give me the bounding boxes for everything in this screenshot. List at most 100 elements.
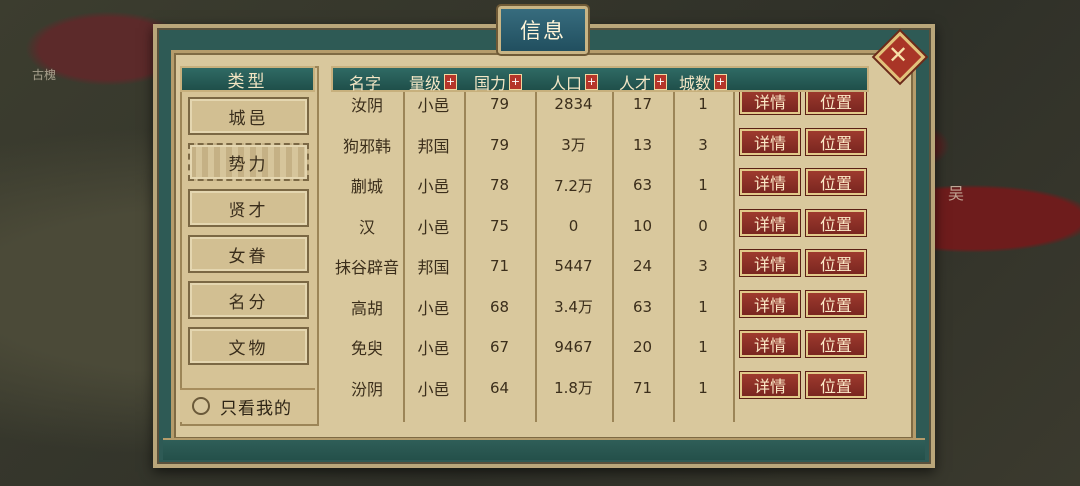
cell-population: 2834 [554,95,593,113]
sort-icon[interactable]: + [714,74,728,90]
locate-button[interactable]: 位置 [806,169,866,195]
cell-power: 71 [489,257,510,275]
cell-power: 79 [489,95,510,113]
category-faction[interactable]: 势力 [188,143,309,181]
cell-cities: 1 [698,297,708,316]
locate-button[interactable]: 位置 [806,92,866,114]
cell-name: 狗邪韩 [342,136,391,156]
cell-population: 9467 [554,338,593,356]
column-talent-label: 人才 [619,74,652,93]
table-row: 免臾 小邑 67 9467 20 1 详情 位置 [331,327,869,367]
cell-name: 高胡 [350,298,383,318]
sort-icon[interactable]: + [509,74,523,90]
category-city[interactable]: 城邑 [188,97,309,135]
cell-power: 75 [489,216,510,235]
only-mine-label: 只看我的 [220,398,292,419]
cell-population: 1.8万 [554,379,593,397]
category-rank[interactable]: 名分 [188,281,309,319]
panel-footer [163,438,925,460]
cell-population: 7.2万 [554,176,593,195]
table-row: 高胡 小邑 68 3.4万 63 1 详情 位置 [331,287,869,327]
map-label-wu: 吴 [948,184,965,203]
cell-talent: 63 [632,176,653,194]
map-label-guhuai: 古槐 [32,68,57,82]
cell-power: 64 [489,378,510,397]
cell-cities: 3 [698,135,708,154]
cell-cities: 1 [698,338,708,356]
cell-population: 3.4万 [554,298,593,316]
cell-power: 68 [489,297,510,316]
details-button[interactable]: 详情 [740,209,800,236]
category-relics[interactable]: 文物 [188,327,309,365]
cell-cities: 1 [698,176,708,194]
cell-cities: 3 [698,257,708,275]
cell-name: 汾阴 [350,379,383,399]
cell-level: 小邑 [417,298,450,318]
table-row: 抹谷辟音 邦国 71 5447 24 3 详情 位置 [331,246,869,286]
cell-level: 邦国 [417,136,450,156]
sort-icon[interactable]: + [444,74,458,90]
column-talent[interactable]: 人才 + [619,70,668,94]
radio-icon[interactable] [192,397,210,415]
cell-level: 小邑 [417,379,450,399]
sort-icon[interactable]: + [585,74,599,90]
cell-talent: 10 [632,216,653,235]
table-row: 蒯城 小邑 78 7.2万 63 1 详情 位置 [331,165,869,205]
details-button[interactable]: 详情 [740,371,800,398]
cell-population: 0 [568,216,579,235]
close-button[interactable]: ✕ [874,31,926,83]
cell-name: 蒯城 [350,177,383,196]
column-cities[interactable]: 城数 + [679,70,728,94]
column-cities-label: 城数 [679,74,712,93]
cell-name: 免臾 [350,339,383,358]
panel-title: 信息 [498,6,588,54]
locate-button[interactable]: 位置 [806,331,866,357]
cell-level: 小邑 [417,339,450,358]
cell-power: 67 [489,338,510,356]
details-button[interactable]: 详情 [740,169,800,195]
locate-button[interactable]: 位置 [806,371,866,398]
category-ladies[interactable]: 女眷 [188,235,309,273]
cell-power: 78 [489,176,510,194]
locate-button[interactable]: 位置 [806,209,866,236]
cell-level: 小邑 [417,217,450,237]
locate-button[interactable]: 位置 [806,128,866,155]
column-power[interactable]: 国力 + [474,70,523,94]
column-level-label: 量级 [409,74,442,93]
table-row: 汉 小邑 75 0 10 0 详情 位置 [331,206,869,246]
locate-button[interactable]: 位置 [806,290,866,317]
locate-button[interactable]: 位置 [806,250,866,276]
faction-table[interactable]: 汝阴 小邑 79 2834 17 1 详情 位置 狗邪韩 邦国 79 3万 13 3 详情 位置 蒯城 小邑 78 7… [331,92,869,422]
cell-talent: 24 [632,257,653,275]
cell-power: 79 [489,135,510,154]
table-row: 狗邪韩 邦国 79 3万 13 3 详情 位置 [331,125,869,165]
cell-cities: 0 [698,216,708,235]
cell-level: 小邑 [417,177,450,196]
column-population-label: 人口 [550,74,583,93]
details-button[interactable]: 详情 [740,290,800,317]
cell-population: 3万 [561,136,586,154]
cell-name: 汝阴 [350,96,383,115]
table-row: 汾阴 小邑 64 1.8万 71 1 详情 位置 [331,368,869,408]
details-button[interactable]: 详情 [740,250,800,276]
table-row: 汝阴 小邑 79 2834 17 1 详情 位置 [331,92,869,124]
cell-talent: 63 [632,297,653,316]
details-button[interactable]: 详情 [740,331,800,357]
cell-name: 抹谷辟音 [334,258,399,277]
category-header: 类型 [180,66,315,92]
cell-level: 小邑 [417,96,450,115]
sort-icon[interactable]: + [654,74,668,90]
table-header: 名字 量级 + 国力 + 人口 + 人才 + 城数 + [331,66,869,94]
cell-cities: 1 [698,378,708,397]
close-icon: ✕ [887,41,909,69]
category-talent[interactable]: 贤才 [188,189,309,227]
details-button[interactable]: 详情 [740,92,800,114]
column-population[interactable]: 人口 + [550,70,599,94]
cell-talent: 17 [632,95,653,113]
cell-level: 邦国 [417,258,450,277]
details-button[interactable]: 详情 [740,128,800,155]
column-level[interactable]: 量级 + [409,70,458,94]
cell-talent: 20 [632,338,653,356]
cell-population: 5447 [554,257,593,275]
only-mine-toggle[interactable]: 只看我的 [180,388,315,422]
